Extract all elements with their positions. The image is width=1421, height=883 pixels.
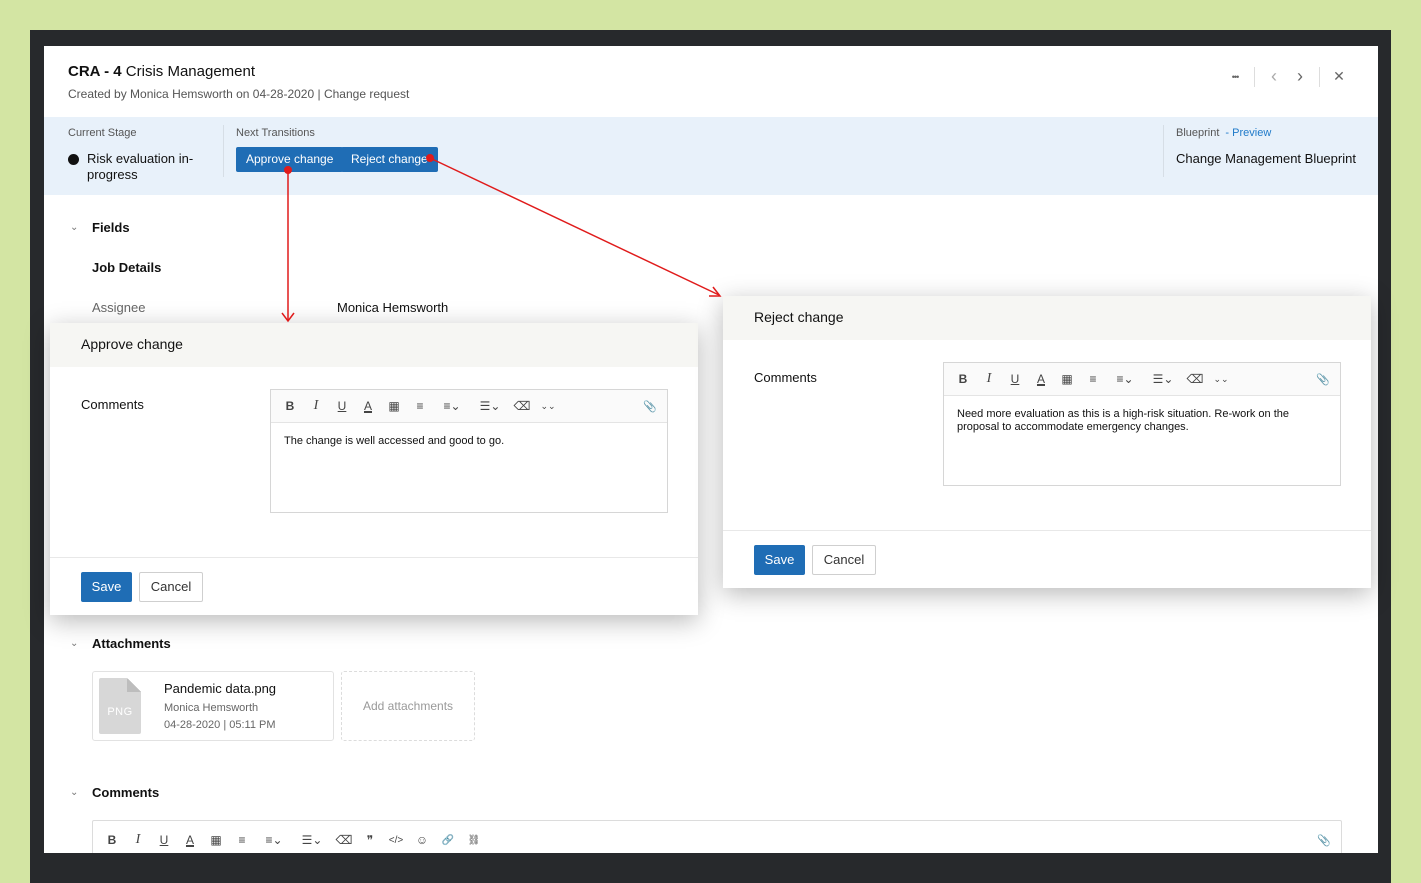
- reject-arrow-line: [429, 157, 720, 296]
- reject-arrow-dot: [426, 154, 434, 162]
- approve-arrow-dot: [284, 166, 292, 174]
- annotation-arrows: [281, 154, 722, 323]
